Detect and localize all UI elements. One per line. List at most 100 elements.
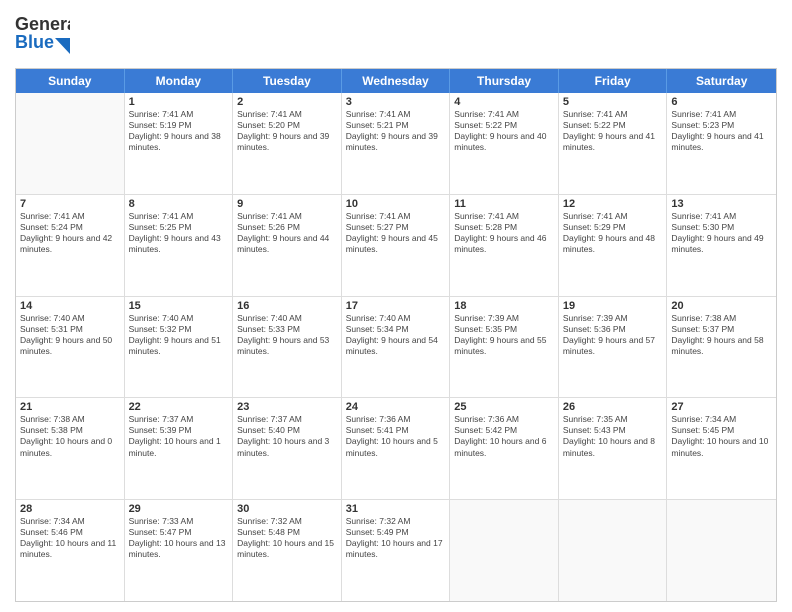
calendar-cell: [16, 93, 125, 194]
svg-text:Blue: Blue: [15, 32, 54, 52]
day-number: 6: [671, 96, 772, 108]
calendar-cell: 4Sunrise: 7:41 AMSunset: 5:22 PMDaylight…: [450, 93, 559, 194]
day-number: 30: [237, 503, 337, 515]
sunset-text: Sunset: 5:49 PM: [346, 527, 446, 538]
daylight-text: Daylight: 10 hours and 17 minutes.: [346, 538, 446, 560]
header-day-thursday: Thursday: [450, 69, 559, 93]
sunrise-text: Sunrise: 7:41 AM: [563, 109, 663, 120]
sunset-text: Sunset: 5:19 PM: [129, 120, 229, 131]
day-number: 5: [563, 96, 663, 108]
calendar-cell: 8Sunrise: 7:41 AMSunset: 5:25 PMDaylight…: [125, 195, 234, 296]
calendar-week-1: 1 Sunrise: 7:41 AM Sunset: 5:19 PM Daylight…: [16, 93, 776, 195]
sunset-text: Sunset: 5:30 PM: [671, 222, 772, 233]
daylight-text: Daylight: 10 hours and 10 minutes.: [671, 436, 772, 458]
calendar-cell: 25Sunrise: 7:36 AMSunset: 5:42 PMDayligh…: [450, 398, 559, 499]
day-number: 2: [237, 96, 337, 108]
calendar-cell: 17Sunrise: 7:40 AMSunset: 5:34 PMDayligh…: [342, 297, 451, 398]
daylight-text: Daylight: 9 hours and 48 minutes.: [563, 233, 663, 255]
svg-text:General: General: [15, 14, 70, 34]
day-number: 3: [346, 96, 446, 108]
calendar-cell: 16Sunrise: 7:40 AMSunset: 5:33 PMDayligh…: [233, 297, 342, 398]
sunset-text: Sunset: 5:26 PM: [237, 222, 337, 233]
day-number: 14: [20, 300, 120, 312]
daylight-text: Daylight: 9 hours and 49 minutes.: [671, 233, 772, 255]
day-number: 27: [671, 401, 772, 413]
sunset-text: Sunset: 5:25 PM: [129, 222, 229, 233]
daylight-text: Daylight: 9 hours and 46 minutes.: [454, 233, 554, 255]
sunrise-text: Sunrise: 7:40 AM: [129, 313, 229, 324]
daylight-text: Daylight: 10 hours and 3 minutes.: [237, 436, 337, 458]
calendar-cell: 5Sunrise: 7:41 AMSunset: 5:22 PMDaylight…: [559, 93, 668, 194]
daylight-text: Daylight: 10 hours and 11 minutes.: [20, 538, 120, 560]
sunset-text: Sunset: 5:48 PM: [237, 527, 337, 538]
day-number: 13: [671, 198, 772, 210]
calendar-cell: 12Sunrise: 7:41 AMSunset: 5:29 PMDayligh…: [559, 195, 668, 296]
day-number: 24: [346, 401, 446, 413]
daylight-text: Daylight: 9 hours and 44 minutes.: [237, 233, 337, 255]
day-number: 19: [563, 300, 663, 312]
daylight-text: Daylight: 9 hours and 40 minutes.: [454, 131, 554, 153]
day-number: 22: [129, 401, 229, 413]
calendar-cell: 18Sunrise: 7:39 AMSunset: 5:35 PMDayligh…: [450, 297, 559, 398]
calendar-week-4: 21Sunrise: 7:38 AMSunset: 5:38 PM Dayligh…: [16, 398, 776, 500]
daylight-text: Daylight: 9 hours and 55 minutes.: [454, 335, 554, 357]
sunset-text: Sunset: 5:39 PM: [129, 425, 229, 436]
calendar: SundayMondayTuesdayWednesdayThursdayFrid…: [15, 68, 777, 602]
calendar-cell: 7Sunrise: 7:41 AMSunset: 5:24 PMDaylight…: [16, 195, 125, 296]
sunset-text: Sunset: 5:42 PM: [454, 425, 554, 436]
day-number: 8: [129, 198, 229, 210]
sunset-text: Sunset: 5:29 PM: [563, 222, 663, 233]
sunset-text: Sunset: 5:31 PM: [20, 324, 120, 335]
sunrise-text: Sunrise: 7:36 AM: [346, 414, 446, 425]
sunset-text: Sunset: 5:40 PM: [237, 425, 337, 436]
day-number: 17: [346, 300, 446, 312]
sunrise-text: Sunrise: 7:37 AM: [129, 414, 229, 425]
calendar-cell: 29Sunrise: 7:33 AMSunset: 5:47 PMDayligh…: [125, 500, 234, 601]
daylight-text: Daylight: 10 hours and 6 minutes.: [454, 436, 554, 458]
sunset-text: Sunset: 5:43 PM: [563, 425, 663, 436]
daylight-text: Daylight: 9 hours and 53 minutes.: [237, 335, 337, 357]
sunset-text: Sunset: 5:35 PM: [454, 324, 554, 335]
sunset-text: Sunset: 5:36 PM: [563, 324, 663, 335]
header-day-monday: Monday: [125, 69, 234, 93]
calendar-cell: [559, 500, 668, 601]
sunrise-text: Sunrise: 7:35 AM: [563, 414, 663, 425]
sunset-text: Sunset: 5:38 PM: [20, 425, 120, 436]
calendar-cell: 28Sunrise: 7:34 AMSunset: 5:46 PMDayligh…: [16, 500, 125, 601]
sunrise-text: Sunrise: 7:36 AM: [454, 414, 554, 425]
day-number: 11: [454, 198, 554, 210]
sunrise-text: Sunrise: 7:39 AM: [563, 313, 663, 324]
day-number: 23: [237, 401, 337, 413]
day-number: 18: [454, 300, 554, 312]
logo: General Blue: [15, 10, 70, 60]
calendar-cell: 20Sunrise: 7:38 AMSunset: 5:37 PMDayligh…: [667, 297, 776, 398]
day-number: 20: [671, 300, 772, 312]
day-number: 7: [20, 198, 120, 210]
calendar-cell: 3Sunrise: 7:41 AMSunset: 5:21 PMDaylight…: [342, 93, 451, 194]
calendar-cell: 23Sunrise: 7:37 AMSunset: 5:40 PMDayligh…: [233, 398, 342, 499]
daylight-text: Daylight: 10 hours and 15 minutes.: [237, 538, 337, 560]
day-number: 25: [454, 401, 554, 413]
day-number: 1: [129, 96, 229, 108]
calendar-body: 1 Sunrise: 7:41 AM Sunset: 5:19 PM Daylight…: [16, 93, 776, 601]
sunset-text: Sunset: 5:37 PM: [671, 324, 772, 335]
day-number: 21: [20, 401, 120, 413]
daylight-text: Daylight: 9 hours and 42 minutes.: [20, 233, 120, 255]
sunrise-text: Sunrise: 7:38 AM: [20, 414, 120, 425]
calendar-week-5: 28Sunrise: 7:34 AMSunset: 5:46 PMDayligh…: [16, 500, 776, 601]
sunset-text: Sunset: 5:45 PM: [671, 425, 772, 436]
day-number: 10: [346, 198, 446, 210]
sunset-text: Sunset: 5:21 PM: [346, 120, 446, 131]
sunrise-text: Sunrise: 7:41 AM: [454, 211, 554, 222]
calendar-cell: 6Sunrise: 7:41 AMSunset: 5:23 PMDaylight…: [667, 93, 776, 194]
sunset-text: Sunset: 5:27 PM: [346, 222, 446, 233]
sunrise-text: Sunrise: 7:41 AM: [563, 211, 663, 222]
sunrise-text: Sunrise: 7:40 AM: [237, 313, 337, 324]
calendar-cell: 9Sunrise: 7:41 AMSunset: 5:26 PMDaylight…: [233, 195, 342, 296]
header-day-tuesday: Tuesday: [233, 69, 342, 93]
day-number: 26: [563, 401, 663, 413]
sunrise-text: Sunrise: 7:40 AM: [346, 313, 446, 324]
sunrise-text: Sunrise: 7:38 AM: [671, 313, 772, 324]
header-day-sunday: Sunday: [16, 69, 125, 93]
daylight-text: Daylight: 9 hours and 41 minutes.: [671, 131, 772, 153]
